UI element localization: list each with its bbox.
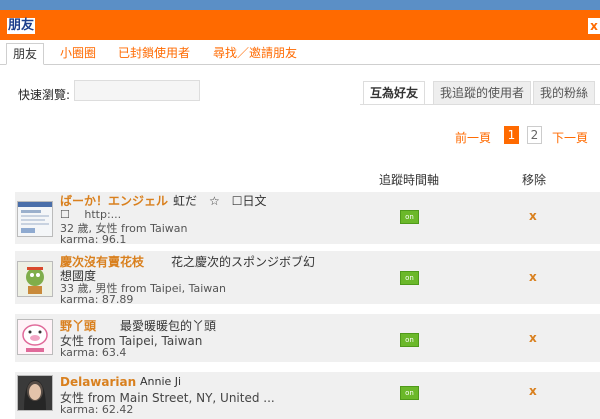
tab-circles[interactable]: 小圈圈 <box>60 43 96 63</box>
column-header-remove: 移除 <box>522 173 547 187</box>
screenshot-avatar-icon <box>18 202 52 236</box>
close-icon[interactable]: x <box>588 18 600 34</box>
filter-tab-divider <box>360 104 600 105</box>
follow-timeline-toggle[interactable]: on <box>400 333 419 347</box>
avatar[interactable] <box>17 319 53 355</box>
friend-row: ばーか！エンジェル 虹だ ☆ ☐日文 ☐ http:... 32 歲, 女性 f… <box>15 192 600 246</box>
filter-tab-following[interactable]: 我追蹤的使用者 <box>433 81 532 105</box>
main-tab-bar: 朋友 小圈圈 已封鎖使用者 尋找／邀請朋友 <box>0 40 600 65</box>
remove-friend-icon[interactable]: x <box>529 384 537 398</box>
avatar[interactable] <box>17 261 53 297</box>
friend-row: Delawarian Annie Ji 女性 from Main Street,… <box>15 372 600 419</box>
pager-next-link[interactable]: 下一頁 <box>552 129 588 146</box>
page-2-button[interactable]: 2 <box>527 126 542 144</box>
remove-friend-icon[interactable]: x <box>529 331 537 345</box>
remove-friend-icon[interactable]: x <box>529 270 537 284</box>
column-header-follow-timeline: 追蹤時間軸 <box>379 173 440 187</box>
tab-friends[interactable]: 朋友 <box>6 43 45 65</box>
photo-avatar-icon <box>18 376 52 410</box>
filter-tab-mutual-friends[interactable]: 互為好友 <box>363 81 426 105</box>
window-top-strip <box>0 0 600 10</box>
quick-browse-input[interactable] <box>74 80 200 101</box>
quick-browse-label: 快速瀏覽: <box>18 88 71 102</box>
friend-description: 花之慶次的スポンジボブ幻 <box>171 255 316 269</box>
pig-avatar-icon <box>18 320 52 354</box>
tab-find-invite-friends[interactable]: 尋找／邀請朋友 <box>213 43 297 63</box>
dialog-titlebar: 朋友 x <box>0 10 600 40</box>
friend-karma: karma: 63.4 <box>60 346 127 359</box>
page-1-button[interactable]: 1 <box>504 126 519 144</box>
follow-timeline-toggle[interactable]: on <box>400 271 419 285</box>
friend-description: Annie Ji <box>140 375 182 388</box>
friend-row: 慶次沒有賣花枝 花之慶次的スポンジボブ幻 想國度 33 歲, 男性 from T… <box>15 251 600 306</box>
cartoon-avatar-icon <box>18 262 52 296</box>
dialog-title: 朋友 <box>7 18 36 34</box>
tab-blocked-users[interactable]: 已封鎖使用者 <box>118 43 190 63</box>
friend-row: 野丫頭 最愛暖暖包的丫頭 女性 from Taipei, Taiwan karm… <box>15 314 600 362</box>
follow-timeline-toggle[interactable]: on <box>400 210 419 224</box>
avatar[interactable] <box>17 201 53 237</box>
remove-friend-icon[interactable]: x <box>529 209 537 223</box>
friend-name-link[interactable]: Delawarian <box>60 375 136 389</box>
friend-karma: karma: 87.89 <box>60 293 134 306</box>
friend-karma: karma: 62.42 <box>60 403 134 416</box>
avatar[interactable] <box>17 375 53 411</box>
filter-tab-followers[interactable]: 我的粉絲 <box>533 81 596 105</box>
follow-timeline-toggle[interactable]: on <box>400 386 419 400</box>
friend-description: 虹だ ☆ ☐日文 <box>173 194 267 208</box>
friend-karma: karma: 96.1 <box>60 233 127 246</box>
pager-prev-link[interactable]: 前一頁 <box>455 129 491 146</box>
